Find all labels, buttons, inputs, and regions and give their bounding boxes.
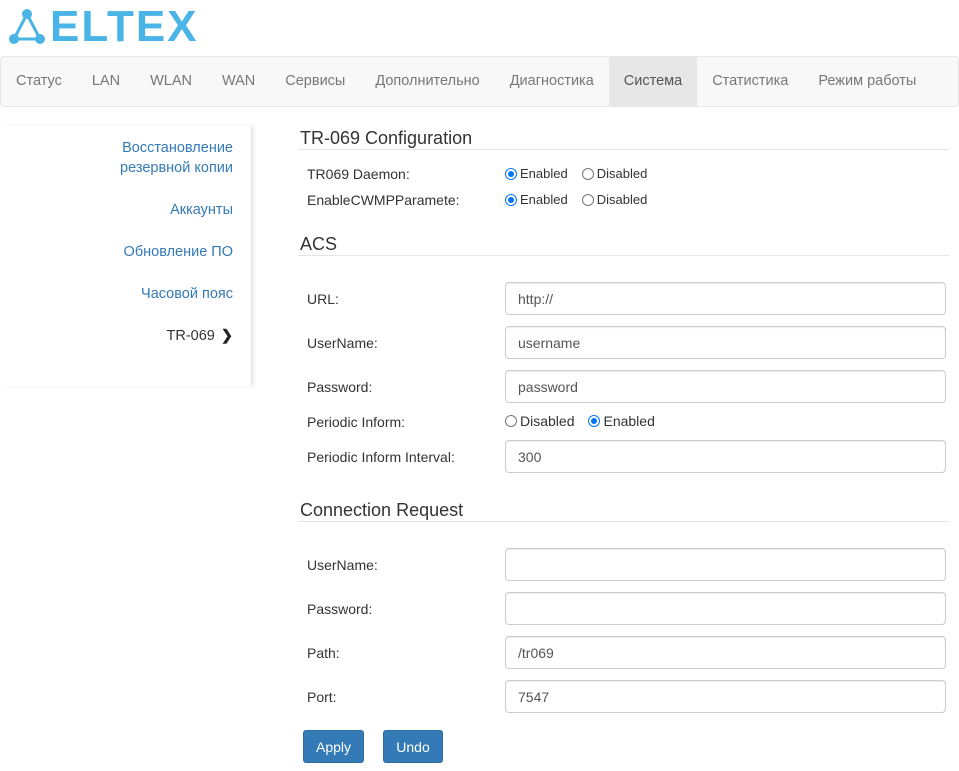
cwmp-param-label: EnableCWMPParamete: bbox=[307, 192, 460, 208]
nav-lan[interactable]: LAN bbox=[77, 57, 135, 106]
apply-button[interactable]: Apply bbox=[303, 730, 364, 763]
sidebar-item-label: TR-069 bbox=[166, 328, 215, 344]
divider bbox=[298, 255, 949, 256]
acs-password-input[interactable] bbox=[505, 370, 946, 403]
sidebar-item-tr069[interactable]: TR-069 ❯ bbox=[51, 326, 251, 346]
eltex-logo: ELTEX bbox=[8, 2, 199, 51]
divider bbox=[298, 149, 949, 150]
conn-port-label: Port: bbox=[307, 689, 337, 705]
tr069-daemon-enabled-option[interactable]: Enabled bbox=[505, 166, 568, 181]
conn-username-input[interactable] bbox=[505, 548, 946, 581]
nav-wlan[interactable]: WLAN bbox=[135, 57, 207, 106]
nav-wan[interactable]: WAN bbox=[207, 57, 270, 106]
nav-diagnostics[interactable]: Диагностика bbox=[495, 57, 609, 106]
tr069-daemon-label: TR069 Daemon: bbox=[307, 166, 410, 182]
conn-port-input[interactable] bbox=[505, 680, 946, 713]
acs-username-input[interactable] bbox=[505, 326, 946, 359]
nav-system[interactable]: Система bbox=[608, 57, 698, 106]
periodic-interval-input[interactable] bbox=[505, 440, 946, 473]
sidebar-item-accounts[interactable]: Аккаунты bbox=[51, 200, 251, 220]
tr069-daemon-radio-group: Enabled Disabled bbox=[505, 166, 661, 181]
divider bbox=[298, 521, 949, 522]
tr069-daemon-disabled-option[interactable]: Disabled bbox=[581, 166, 647, 181]
nav-status[interactable]: Статус bbox=[1, 57, 77, 106]
conn-path-label: Path: bbox=[307, 645, 340, 661]
logo-text: ELTEX bbox=[50, 2, 199, 51]
section-title-connection-request: Connection Request bbox=[300, 500, 464, 520]
top-navbar: Статус LAN WLAN WAN Сервисы Дополнительн… bbox=[0, 56, 959, 107]
conn-path-input[interactable] bbox=[505, 636, 946, 669]
acs-url-label: URL: bbox=[307, 291, 339, 307]
acs-username-label: UserName: bbox=[307, 335, 378, 351]
conn-username-label: UserName: bbox=[307, 557, 378, 573]
logo-mark-icon bbox=[9, 9, 45, 44]
radio-button[interactable] bbox=[581, 167, 594, 180]
sidebar-item-timezone[interactable]: Часовой пояс bbox=[51, 284, 251, 304]
sidebar: Восстановление резервной копии Аккаунты … bbox=[0, 126, 252, 386]
nav-additional[interactable]: Дополнительно bbox=[360, 57, 494, 106]
periodic-interval-label: Periodic Inform Interval: bbox=[307, 449, 455, 465]
radio-button[interactable] bbox=[581, 193, 594, 206]
periodic-inform-enabled-option[interactable]: Enabled bbox=[588, 413, 655, 429]
radio-button[interactable] bbox=[505, 415, 517, 427]
undo-button[interactable]: Undo bbox=[383, 730, 443, 763]
nav-statistics[interactable]: Статистика bbox=[697, 57, 803, 106]
nav-services[interactable]: Сервисы bbox=[270, 57, 360, 106]
radio-button[interactable] bbox=[505, 193, 517, 206]
radio-button[interactable] bbox=[505, 167, 517, 180]
chevron-right-icon: ❯ bbox=[220, 328, 233, 344]
radio-button[interactable] bbox=[588, 415, 601, 427]
cwmp-param-enabled-option[interactable]: Enabled bbox=[505, 192, 568, 207]
acs-password-label: Password: bbox=[307, 379, 373, 395]
section-title-acs: ACS bbox=[300, 234, 338, 254]
periodic-inform-radio-group: Disabled Enabled bbox=[505, 413, 669, 429]
periodic-inform-label: Periodic Inform: bbox=[307, 414, 406, 430]
sidebar-item-firmware-update[interactable]: Обновление ПО bbox=[51, 242, 251, 262]
section-title-tr069: TR-069 Configuration bbox=[300, 128, 473, 148]
conn-password-input[interactable] bbox=[505, 592, 946, 625]
sidebar-item-backup-restore[interactable]: Восстановление резервной копии bbox=[51, 138, 251, 178]
nav-mode[interactable]: Режим работы bbox=[803, 57, 931, 106]
cwmp-param-disabled-option[interactable]: Disabled bbox=[581, 192, 647, 207]
conn-password-label: Password: bbox=[307, 601, 373, 617]
cwmp-param-radio-group: Enabled Disabled bbox=[505, 192, 661, 207]
periodic-inform-disabled-option[interactable]: Disabled bbox=[505, 413, 574, 429]
acs-url-input[interactable] bbox=[505, 282, 946, 315]
